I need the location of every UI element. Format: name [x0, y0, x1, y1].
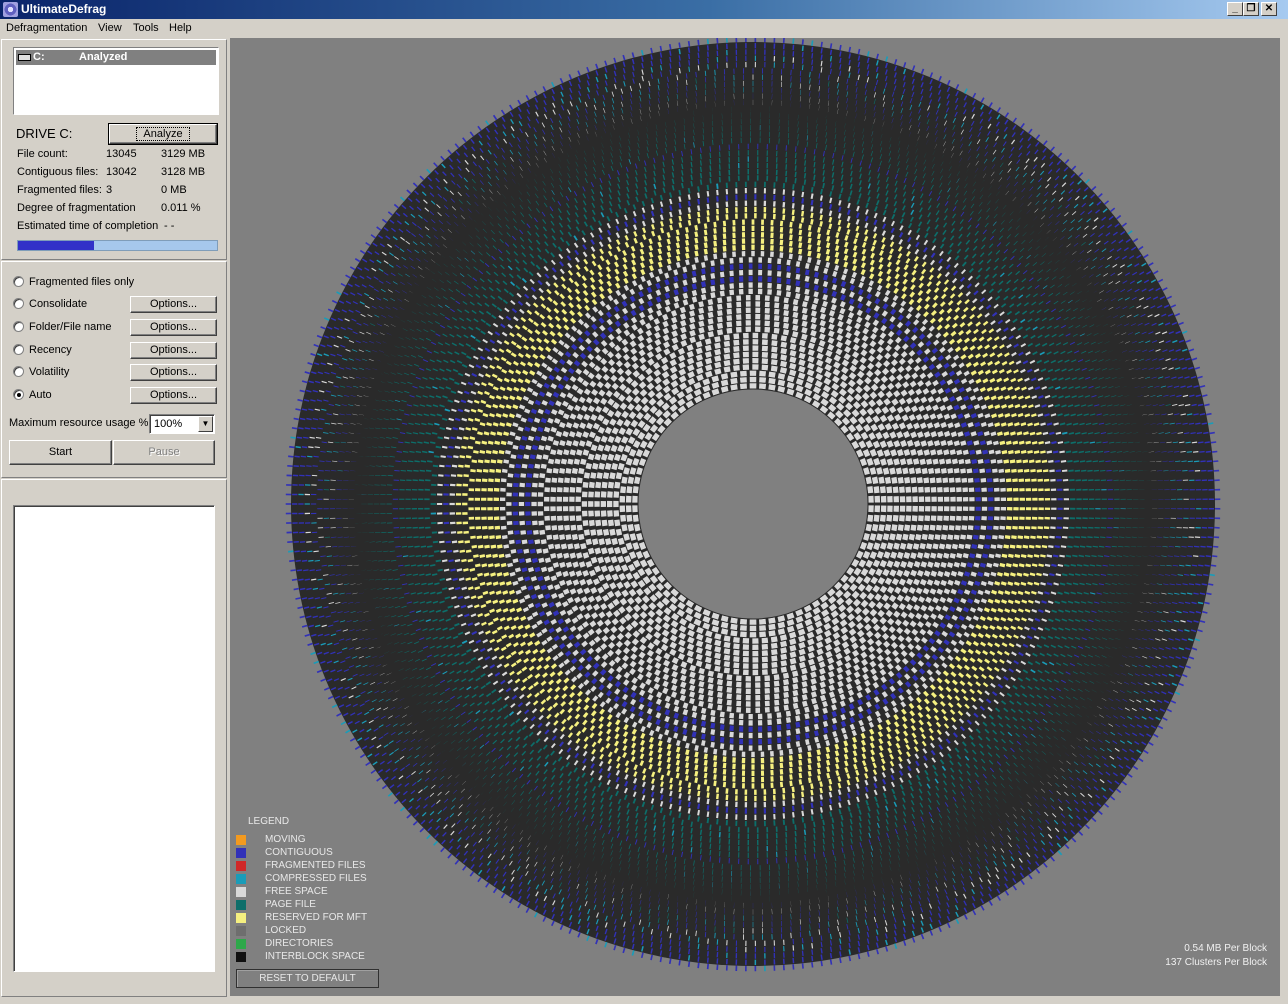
- label-recency: Recency: [29, 344, 72, 356]
- legend-title: LEGEND: [248, 816, 290, 827]
- legend-label: RESERVED FOR MFT: [265, 912, 368, 923]
- legend-label: MOVING: [265, 834, 306, 845]
- close-button[interactable]: ✕: [1261, 2, 1277, 16]
- disk-map[interactable]: [230, 38, 1280, 996]
- left-panel: C: Analyzed DRIVE C: Analyze File count:…: [0, 38, 228, 998]
- minimize-button[interactable]: _: [1227, 2, 1243, 16]
- stat-eta-value: - -: [164, 220, 175, 232]
- drive-list[interactable]: C: Analyzed: [13, 47, 219, 115]
- resource-usage-select[interactable]: 100% ▼: [149, 414, 215, 434]
- legend-swatch[interactable]: [236, 887, 246, 897]
- radio-recency[interactable]: [13, 344, 24, 355]
- stat-file-count-value: 13045: [106, 148, 137, 160]
- window-title: UltimateDefrag: [21, 2, 107, 16]
- restore-button[interactable]: ❐: [1243, 2, 1259, 16]
- analyze-button[interactable]: Analyze: [108, 123, 218, 145]
- legend-swatch[interactable]: [236, 926, 246, 936]
- legend-swatch[interactable]: [236, 835, 246, 845]
- drive-icon: [18, 54, 31, 61]
- resource-usage-value: 100%: [154, 418, 183, 430]
- legend-swatch[interactable]: [236, 952, 246, 962]
- app-icon: [3, 2, 18, 17]
- legend-label: DIRECTORIES: [265, 938, 334, 949]
- stat-eta-label: Estimated time of completion: [17, 220, 159, 232]
- stat-fragmented-label: Fragmented files:: [17, 184, 102, 196]
- chevron-down-icon[interactable]: ▼: [198, 416, 213, 432]
- folder-file-options-button[interactable]: Options...: [130, 319, 217, 336]
- progress-fill: [18, 241, 94, 250]
- log-box[interactable]: [13, 505, 215, 972]
- drive-letter: C:: [33, 51, 45, 63]
- radio-consolidate[interactable]: [13, 298, 24, 309]
- progress-bar: [17, 240, 218, 251]
- consolidate-options-button[interactable]: Options...: [130, 296, 217, 313]
- analyze-label: Analyze: [136, 127, 190, 141]
- legend-swatch[interactable]: [236, 939, 246, 949]
- radio-auto[interactable]: [13, 389, 24, 400]
- start-button[interactable]: Start: [9, 440, 112, 465]
- drive-status: Analyzed: [79, 51, 128, 63]
- recency-options-button[interactable]: Options...: [130, 342, 217, 359]
- stat-degree-label: Degree of fragmentation: [17, 202, 136, 214]
- legend-swatch[interactable]: [236, 913, 246, 923]
- legend-label: FRAGMENTED FILES: [265, 860, 366, 871]
- status-strip: [0, 998, 1288, 1004]
- mb-per-block: 0.54 MB Per Block: [1184, 943, 1267, 954]
- drive-list-row[interactable]: C: Analyzed: [16, 50, 216, 65]
- legend-label: CONTIGUOUS: [265, 847, 333, 858]
- menu-defragmentation[interactable]: Defragmentation: [6, 22, 87, 34]
- stat-fragmented-value: 3: [106, 184, 113, 196]
- label-consolidate: Consolidate: [29, 298, 88, 310]
- radio-fragmented-only[interactable]: [13, 276, 24, 287]
- pause-button[interactable]: Pause: [113, 440, 215, 465]
- legend-label: LOCKED: [265, 925, 307, 936]
- radio-volatility[interactable]: [13, 366, 24, 377]
- label-fragmented-only: Fragmented files only: [29, 276, 135, 288]
- stat-contiguous-label: Contiguous files:: [17, 166, 99, 178]
- stat-contiguous-size: 3128 MB: [161, 166, 206, 178]
- stat-file-count-label: File count:: [17, 148, 68, 160]
- auto-options-button[interactable]: Options...: [130, 387, 217, 404]
- disk-map-area: LEGEND MOVING CONTIGUOUS FRAGMENTED FILES C…: [230, 38, 1280, 996]
- radio-folder-file-name[interactable]: [13, 321, 24, 332]
- label-volatility: Volatility: [29, 366, 70, 378]
- title-bar: UltimateDefrag _ ❐ ✕: [0, 0, 1288, 19]
- stat-fragmented-size: 0 MB: [161, 184, 187, 196]
- legend-swatch[interactable]: [236, 874, 246, 884]
- disk-hub: [637, 388, 869, 620]
- menu-bar: Defragmentation View Tools Help: [0, 19, 1288, 38]
- label-folder-file-name: Folder/File name: [29, 321, 112, 333]
- drive-section: C: Analyzed DRIVE C: Analyze File count:…: [1, 39, 227, 260]
- stat-degree-value: 0.011 %: [161, 202, 201, 214]
- legend-label: PAGE FILE: [265, 899, 316, 910]
- drive-title: DRIVE C:: [16, 126, 73, 141]
- menu-tools[interactable]: Tools: [133, 22, 159, 34]
- clusters-per-block: 137 Clusters Per Block: [1165, 957, 1267, 968]
- legend-label: COMPRESSED FILES: [265, 873, 367, 884]
- menu-view[interactable]: View: [98, 22, 122, 34]
- menu-help[interactable]: Help: [169, 22, 192, 34]
- legend-label: INTERBLOCK SPACE: [265, 951, 365, 962]
- legend-label: FREE SPACE: [265, 886, 328, 897]
- legend-swatch[interactable]: [236, 900, 246, 910]
- volatility-options-button[interactable]: Options...: [130, 364, 217, 381]
- log-section: [1, 479, 227, 997]
- stat-contiguous-value: 13042: [106, 166, 137, 178]
- legend-swatch[interactable]: [236, 861, 246, 871]
- label-auto: Auto: [29, 389, 52, 401]
- reset-to-default-button[interactable]: RESET TO DEFAULT: [236, 969, 379, 988]
- resource-usage-label: Maximum resource usage %: [9, 417, 149, 429]
- stat-file-count-size: 3129 MB: [161, 148, 206, 160]
- legend-swatch[interactable]: [236, 848, 246, 858]
